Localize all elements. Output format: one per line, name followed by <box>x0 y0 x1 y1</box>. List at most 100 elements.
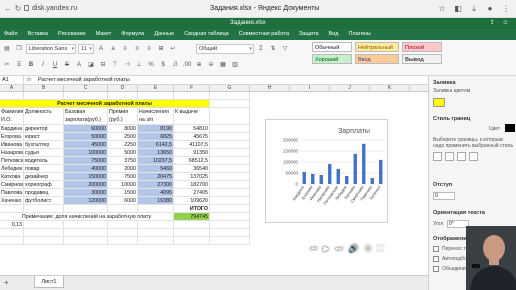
data-cell[interactable]: 5000 <box>108 149 138 157</box>
cell[interactable] <box>108 237 138 245</box>
menu-item[interactable]: Рисование <box>53 29 91 40</box>
border-all-icon[interactable] <box>433 152 442 161</box>
borders-icon[interactable]: ⊟ <box>98 60 108 70</box>
data-cell[interactable]: 6142,5 <box>138 141 174 149</box>
data-cell[interactable]: 27405 <box>174 189 210 197</box>
data-cell[interactable]: Хаченко <box>0 197 24 205</box>
style-good[interactable]: Хороший <box>312 54 352 64</box>
valign-bottom-icon[interactable]: ⊥ <box>134 60 144 70</box>
valign-middle-icon[interactable]: ⊣ <box>122 60 132 70</box>
download-icon[interactable]: ⤓ <box>468 3 480 15</box>
copy-icon[interactable]: ❐ <box>14 44 24 54</box>
column-header[interactable]: I <box>290 85 330 92</box>
insert-cells-icon[interactable]: ⊕ <box>194 60 204 70</box>
decrease-font-icon[interactable]: a <box>108 44 118 54</box>
data-cell[interactable]: 182700 <box>174 181 210 189</box>
cell[interactable] <box>210 108 250 125</box>
cell[interactable] <box>24 92 64 100</box>
cell[interactable] <box>210 229 250 237</box>
data-cell[interactable]: Павлова <box>0 189 24 197</box>
currency-icon[interactable]: $ <box>158 60 168 70</box>
data-cell[interactable]: 7500 <box>108 173 138 181</box>
merge-icon[interactable]: ⊞ <box>156 44 166 54</box>
cell[interactable] <box>174 237 210 245</box>
data-cell[interactable]: 6825 <box>138 133 174 141</box>
cell[interactable] <box>0 205 24 213</box>
cell[interactable] <box>210 205 250 213</box>
column-header[interactable]: J <box>330 85 370 92</box>
align-left-icon[interactable]: ≡ <box>120 44 130 54</box>
data-cell[interactable]: дизайнер <box>24 173 64 181</box>
data-cell[interactable]: юрист <box>24 133 64 141</box>
data-cell[interactable]: 8000 <box>108 125 138 133</box>
cell[interactable] <box>210 189 250 197</box>
data-cell[interactable]: 3750 <box>108 157 138 165</box>
data-cell[interactable]: Иванова <box>0 141 24 149</box>
column-header[interactable]: D <box>108 85 138 92</box>
data-cell[interactable]: бухгалтер <box>24 141 64 149</box>
cell[interactable] <box>174 92 210 100</box>
name-box[interactable]: A1 <box>0 76 24 85</box>
style-bad[interactable]: Плохой <box>402 42 442 52</box>
data-cell[interactable]: 20475 <box>138 173 174 181</box>
data-cell[interactable]: Лебедев <box>0 165 24 173</box>
total-label[interactable]: ИТОГО <box>174 205 210 213</box>
cell[interactable] <box>210 173 250 181</box>
style-input[interactable]: Ввод <box>355 54 399 64</box>
cell[interactable] <box>210 157 250 165</box>
data-cell[interactable]: 137025 <box>174 173 210 181</box>
total-value[interactable]: 794745 <box>174 213 210 221</box>
menu-item[interactable]: Сводная таблица <box>179 29 234 40</box>
column-title-cell[interactable]: Фамилия И.О. <box>0 108 24 125</box>
menu-item[interactable]: Макет <box>91 29 117 40</box>
cell[interactable] <box>138 205 174 213</box>
video-control-icon[interactable]: 🔊 <box>349 244 359 254</box>
menu-item[interactable]: Защита <box>294 29 324 40</box>
menu-item[interactable]: Файл <box>0 29 23 40</box>
menu-icon[interactable]: ⋮ <box>500 3 512 15</box>
data-cell[interactable]: 16380 <box>138 197 174 205</box>
bookmark-icon[interactable]: ☆ <box>436 3 448 15</box>
cell[interactable] <box>210 141 250 149</box>
note-value[interactable]: 0,13 <box>0 221 24 229</box>
data-cell[interactable]: 41107,5 <box>174 141 210 149</box>
cell[interactable] <box>24 205 64 213</box>
border-color-swatch[interactable] <box>505 124 515 132</box>
column-header[interactable]: A <box>0 85 24 92</box>
delete-cells-icon[interactable]: ⊖ <box>206 60 216 70</box>
table-title-cell[interactable]: Расчет месячной заработной платы <box>0 100 210 108</box>
data-cell[interactable]: хореограф <box>24 181 64 189</box>
menu-item[interactable]: Вид <box>324 29 344 40</box>
data-cell[interactable]: футболист <box>24 197 64 205</box>
style-output[interactable]: Вывод <box>402 54 442 64</box>
data-cell[interactable]: 60000 <box>64 125 108 133</box>
data-cell[interactable]: 91350 <box>174 149 210 157</box>
font-color-icon[interactable]: A <box>74 60 84 70</box>
video-control-icon[interactable]: ⏭ <box>335 244 342 254</box>
cell[interactable] <box>108 221 138 229</box>
reload-icon[interactable]: ↻ <box>13 4 23 14</box>
data-cell[interactable]: Назарова <box>0 149 24 157</box>
data-cell[interactable]: 40000 <box>64 165 108 173</box>
data-cell[interactable]: 30000 <box>64 189 108 197</box>
cell[interactable] <box>24 221 64 229</box>
table-icon[interactable]: ▥ <box>230 60 240 70</box>
data-cell[interactable]: 5460 <box>138 165 174 173</box>
cell[interactable] <box>210 133 250 141</box>
cell[interactable] <box>108 229 138 237</box>
data-cell[interactable]: 45675 <box>174 133 210 141</box>
cell[interactable] <box>210 221 250 229</box>
video-control-icon[interactable]: ⏮ <box>310 244 317 254</box>
italic-icon[interactable]: I <box>38 60 48 70</box>
column-header[interactable]: C <box>64 85 108 92</box>
paste-icon[interactable]: ▤ <box>2 44 12 54</box>
cell[interactable] <box>64 229 108 237</box>
user-icon[interactable]: ☺ <box>501 19 510 28</box>
font-size-select[interactable]: 11 <box>78 44 94 54</box>
border-outer-icon[interactable] <box>445 152 454 161</box>
menu-item[interactable]: Плагины <box>343 29 375 40</box>
data-cell[interactable]: 13650 <box>138 149 174 157</box>
border-inner-icon[interactable] <box>457 152 466 161</box>
underline-icon[interactable]: U <box>50 60 60 70</box>
column-header[interactable]: H <box>250 85 290 92</box>
